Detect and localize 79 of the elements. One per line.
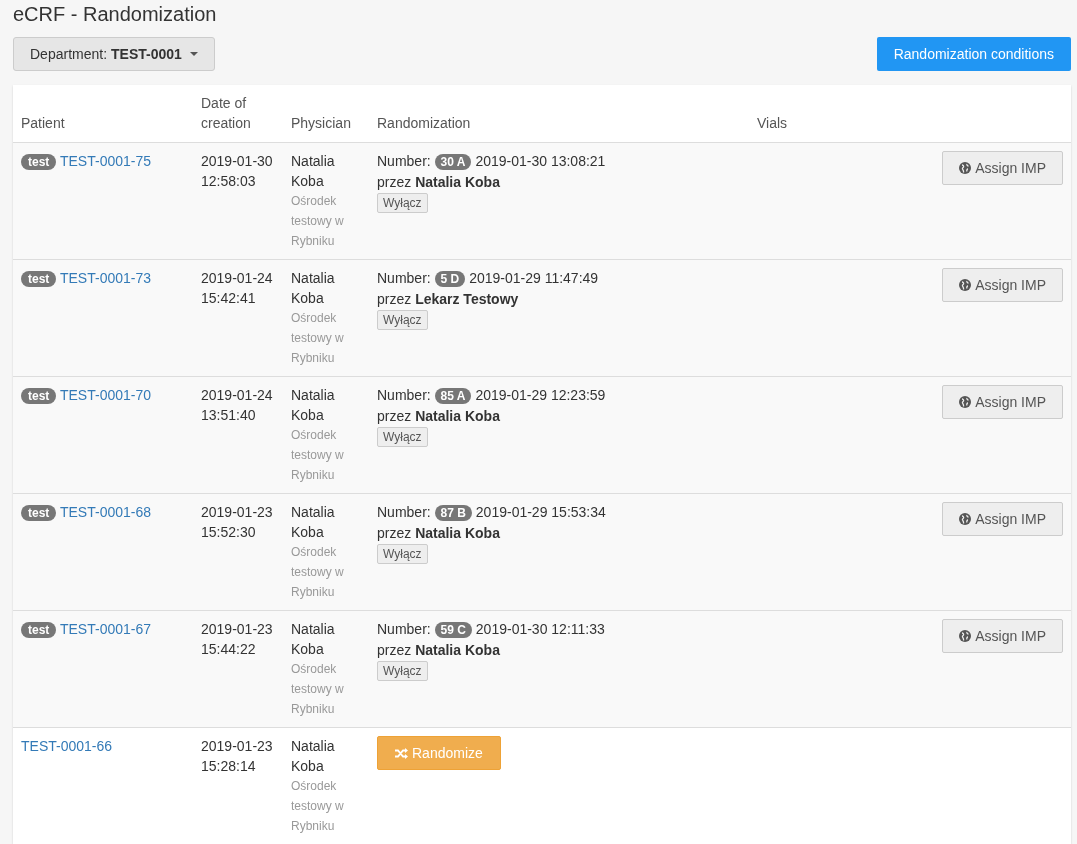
number-label: Number: [377, 153, 431, 169]
disable-button[interactable]: Wyłącz [377, 544, 428, 564]
randomization-datetime: 2019-01-30 12:11:33 [475, 621, 605, 637]
physician-name: Natalia Koba [291, 269, 336, 308]
randomization-number-badge: 5 D [434, 271, 466, 287]
assign-imp-button[interactable]: Assign IMP [942, 502, 1063, 536]
column-header: Physician [291, 114, 351, 133]
tag-badge: test [21, 388, 57, 404]
number-label: Number: [377, 387, 431, 403]
column-header: Date of creation [201, 94, 252, 133]
number-label: Number: [377, 621, 431, 637]
creation-time: 15:28:14 [201, 757, 257, 776]
assign-imp-button[interactable]: Assign IMP [942, 268, 1063, 302]
creation-time: 15:44:22 [201, 640, 257, 659]
physician-name: Natalia Koba [291, 152, 336, 191]
page-title: eCRF - Randomization [13, 3, 218, 25]
patient-link[interactable]: TEST-0001-75 [60, 153, 152, 169]
patient-link[interactable]: TEST-0001-73 [60, 270, 152, 286]
randomization-number-badge: 85 A [434, 388, 472, 404]
patient-link[interactable]: TEST-0001-68 [60, 504, 152, 520]
creation-date: 2019-01-24 [201, 269, 274, 288]
randomization-datetime: 2019-01-30 13:08:21 [475, 153, 606, 169]
assign-imp-button[interactable]: Assign IMP [942, 151, 1063, 185]
randomization-datetime: 2019-01-29 12:23:59 [475, 387, 606, 403]
randomized-by-text: przez Lekarz Testowy [377, 290, 520, 309]
tag-badge: test [21, 271, 57, 287]
number-label: Number: [377, 504, 431, 520]
patient-link[interactable]: TEST-0001-66 [21, 738, 113, 754]
randomized-by-text: przez Natalia Koba [377, 407, 501, 426]
physician-name: Natalia Koba [291, 503, 336, 542]
patient-link[interactable]: TEST-0001-70 [60, 387, 152, 403]
creation-date: 2019-01-30 [201, 152, 274, 171]
globe-icon [959, 396, 972, 408]
site-name: Ośrodek testowy w Rybniku [291, 193, 345, 250]
assign-imp-button[interactable]: Assign IMP [942, 619, 1063, 653]
disable-button[interactable]: Wyłącz [377, 193, 428, 213]
randomization-number-badge: 30 A [434, 154, 472, 170]
assign-imp-button[interactable]: Assign IMP [942, 385, 1063, 419]
column-header: Vials [757, 114, 788, 133]
randomization-number-badge: 87 B [434, 505, 472, 521]
creation-date: 2019-01-24 [201, 386, 274, 405]
disable-button[interactable]: Wyłącz [377, 310, 428, 330]
physician-name: Natalia Koba [291, 386, 336, 425]
randomization-datetime: 2019-01-29 11:47:49 [469, 270, 599, 286]
tag-badge: test [21, 154, 57, 170]
creation-time: 15:52:30 [201, 523, 257, 542]
tag-badge: test [21, 622, 57, 638]
randomized-by-text: przez Natalia Koba [377, 524, 501, 543]
column-header: Patient [21, 114, 65, 133]
globe-icon [959, 162, 972, 174]
creation-date: 2019-01-23 [201, 737, 274, 756]
site-name: Ośrodek testowy w Rybniku [291, 310, 345, 367]
creation-time: 12:58:03 [201, 172, 257, 191]
site-name: Ośrodek testowy w Rybniku [291, 778, 345, 835]
disable-button[interactable]: Wyłącz [377, 661, 428, 681]
site-name: Ośrodek testowy w Rybniku [291, 427, 345, 484]
randomization-number-badge: 59 C [434, 622, 472, 638]
globe-icon [959, 513, 972, 525]
creation-date: 2019-01-23 [201, 503, 274, 522]
number-label: Number: [377, 270, 431, 286]
department-dropdown[interactable]: Department: TEST-0001 [13, 37, 215, 71]
shuffle-icon [395, 747, 408, 759]
randomized-by-text: przez Natalia Koba [377, 173, 501, 192]
site-name: Ośrodek testowy w Rybniku [291, 661, 345, 718]
column-header: Randomization [377, 114, 471, 133]
physician-name: Natalia Koba [291, 620, 336, 659]
globe-icon [959, 630, 972, 642]
patient-link[interactable]: TEST-0001-67 [60, 621, 152, 637]
site-name: Ośrodek testowy w Rybniku [291, 544, 345, 601]
creation-time: 15:42:41 [201, 289, 257, 308]
randomization-datetime: 2019-01-29 15:53:34 [475, 504, 606, 520]
randomized-by-text: przez Natalia Koba [377, 641, 501, 660]
creation-time: 13:51:40 [201, 406, 257, 425]
disable-button[interactable]: Wyłącz [377, 427, 428, 447]
caret-icon [189, 52, 198, 56]
creation-date: 2019-01-23 [201, 620, 274, 639]
globe-icon [959, 279, 972, 291]
tag-badge: test [21, 505, 57, 521]
physician-name: Natalia Koba [291, 737, 336, 776]
